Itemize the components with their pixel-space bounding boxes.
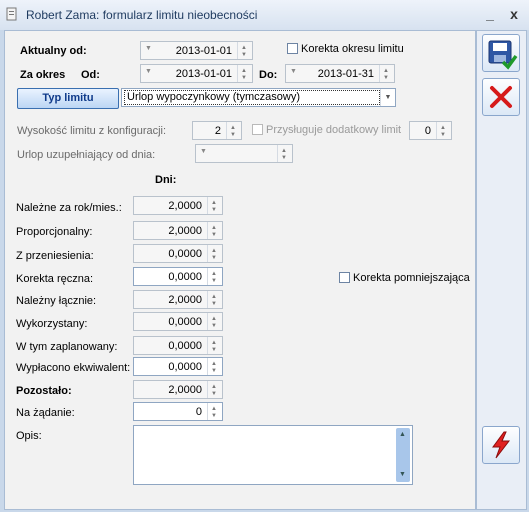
dropdown-icon: ▼ xyxy=(290,68,297,75)
do-date-field[interactable]: ▼ 2013-01-31 ▲ ▼ xyxy=(285,64,395,83)
minimize-button[interactable]: _ xyxy=(482,6,498,22)
dropdown-icon: ▼ xyxy=(145,68,152,75)
title-bar: Robert Zama: formularz limitu nieobecnoś… xyxy=(0,0,529,30)
wysokosc-limitu-field[interactable]: 2 ▲ ▼ xyxy=(192,121,242,140)
app-icon xyxy=(6,7,17,21)
dni-header: Dni: xyxy=(155,174,177,186)
proporcjonalny-field[interactable]: 2,0000 ▲ ▼ xyxy=(133,221,223,240)
dropdown-icon: ▼ xyxy=(200,148,207,155)
scroll-down-icon[interactable]: ▼ xyxy=(399,471,406,478)
spin-icon[interactable]: ▲ ▼ xyxy=(237,65,252,82)
spin-icon[interactable]: ▲ ▼ xyxy=(379,65,394,82)
chevron-down-icon[interactable]: ▼ xyxy=(380,89,395,106)
korekta-pomniejszajaca-label: Korekta pomniejszająca xyxy=(353,272,470,284)
nalezne-za-rok-field[interactable]: 2,0000 ▲ ▼ xyxy=(133,196,223,215)
form-panel: Aktualny od: ▼ 2013-01-01 ▲ ▼ Korekta okr… xyxy=(4,30,476,510)
z-przeniesienia-field[interactable]: 0,0000 ▲ ▼ xyxy=(133,244,223,263)
spin-icon[interactable]: ▲ ▼ xyxy=(277,145,292,162)
save-button[interactable] xyxy=(482,34,520,72)
scrollbar[interactable]: ▲ ▼ xyxy=(396,428,410,482)
przysluguje-checkbox[interactable] xyxy=(252,124,263,135)
typ-limitu-select[interactable]: Urlop wypoczynkowy (tymczasowy) ▼ xyxy=(121,88,396,107)
korekta-okresu-checkbox[interactable] xyxy=(287,43,298,54)
dropdown-icon: ▼ xyxy=(145,45,152,52)
wyplacono-ekwiwalent-field[interactable]: 0,0000 ▲ ▼ xyxy=(133,357,223,376)
spin-icon[interactable]: ▲ ▼ xyxy=(207,403,222,420)
row-label: Z przeniesienia: xyxy=(16,250,94,262)
spin-icon[interactable]: ▲ ▼ xyxy=(207,291,222,308)
aktualny-od-field[interactable]: ▼ 2013-01-01 ▲ ▼ xyxy=(140,41,253,60)
row-label: Korekta ręczna: xyxy=(16,273,94,285)
scroll-up-icon[interactable]: ▲ xyxy=(399,431,406,438)
w-tym-zaplanowany-field[interactable]: 0,0000 ▲ ▼ xyxy=(133,336,223,355)
spin-icon[interactable]: ▲ ▼ xyxy=(436,122,451,139)
spin-icon[interactable]: ▲ ▼ xyxy=(207,222,222,239)
do-label: Do: xyxy=(259,69,278,81)
przysluguje-field[interactable]: 0 ▲ ▼ xyxy=(409,121,452,140)
za-okres-label: Za okres xyxy=(20,69,66,81)
opis-textarea[interactable]: ▲ ▼ xyxy=(133,425,413,485)
nalezny-lacznie-field[interactable]: 2,0000 ▲ ▼ xyxy=(133,290,223,309)
close-window-button[interactable]: x xyxy=(506,6,522,22)
korekta-okresu-label: Korekta okresu limitu xyxy=(301,43,404,55)
lightning-icon xyxy=(492,431,511,459)
urlop-uzupelniajacy-field[interactable]: ▼ ▲ ▼ xyxy=(195,144,293,163)
window-title: Robert Zama: formularz limitu nieobecnoś… xyxy=(26,8,258,22)
korekta-pomniejszajaca-checkbox[interactable] xyxy=(339,272,350,283)
pozostalo-field[interactable]: 2,0000 ▲ ▼ xyxy=(133,380,223,399)
row-label: Wypłacono ekwiwalent: xyxy=(16,362,131,374)
cancel-icon xyxy=(490,86,512,108)
od-date-field[interactable]: ▼ 2013-01-01 ▲ ▼ xyxy=(140,64,253,83)
row-label: W tym zaplanowany: xyxy=(16,341,118,353)
spin-icon[interactable]: ▲ ▼ xyxy=(207,268,222,285)
lightning-button[interactable] xyxy=(482,426,520,464)
row-label: Należny łącznie: xyxy=(16,295,97,307)
spin-icon[interactable]: ▲ ▼ xyxy=(226,122,241,139)
spin-icon[interactable]: ▲ ▼ xyxy=(207,245,222,262)
spin-icon[interactable]: ▲ ▼ xyxy=(207,337,222,354)
row-label: Wykorzystany: xyxy=(16,318,88,330)
row-label: Proporcjonalny: xyxy=(16,226,93,238)
row-label: Na żądanie: xyxy=(16,407,75,419)
korekta-reczna-field[interactable]: 0,0000 ▲ ▼ xyxy=(133,267,223,286)
action-sidebar xyxy=(476,30,527,510)
spin-icon[interactable]: ▲ ▼ xyxy=(237,42,252,59)
spin-icon[interactable]: ▲ ▼ xyxy=(207,381,222,398)
save-icon xyxy=(488,40,518,70)
wysokosc-limitu-label: Wysokość limitu z konfiguracji: xyxy=(17,125,167,137)
spin-icon[interactable]: ▲ ▼ xyxy=(207,313,222,330)
aktualny-od-label: Aktualny od: xyxy=(20,45,87,57)
na-zadanie-field[interactable]: 0 ▲ ▼ xyxy=(133,402,223,421)
opis-label: Opis: xyxy=(16,430,42,442)
typ-limitu-button[interactable]: Typ limitu xyxy=(17,88,119,109)
cancel-button[interactable] xyxy=(482,78,520,116)
urlop-uzupelniajacy-label: Urlop uzupełniający od dnia: xyxy=(17,149,156,161)
row-label: Pozostało: xyxy=(16,385,72,397)
wykorzystany-field[interactable]: 0,0000 ▲ ▼ xyxy=(133,312,223,331)
spin-icon[interactable]: ▲ ▼ xyxy=(207,197,222,214)
przysluguje-label: Przysługuje dodatkowy limit xyxy=(266,124,402,136)
spin-icon[interactable]: ▲ ▼ xyxy=(207,358,222,375)
row-label: Należne za rok/mies.: xyxy=(16,202,122,214)
od-label: Od: xyxy=(81,69,100,81)
